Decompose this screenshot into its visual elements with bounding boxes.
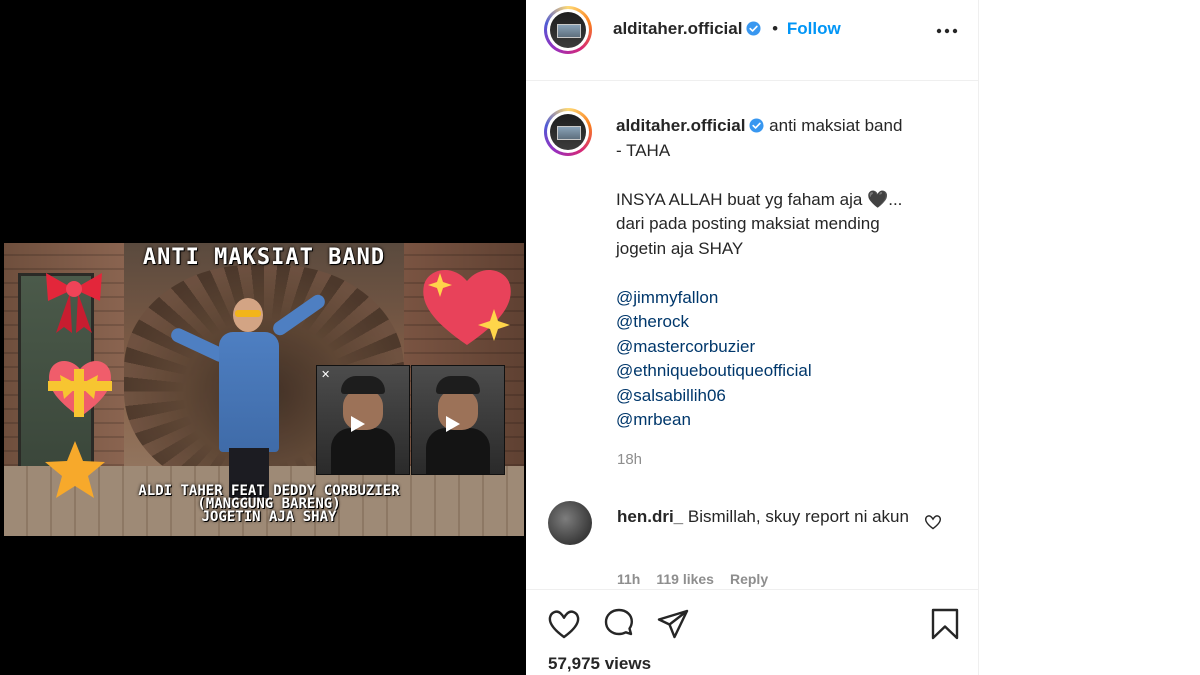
- header-username[interactable]: alditaher.official: [613, 19, 742, 38]
- mention-link[interactable]: @ethniqueboutiqueofficial: [616, 359, 956, 384]
- actions-divider: [526, 589, 978, 590]
- views-count[interactable]: 57,975 views: [548, 654, 651, 674]
- comment-text: Bismillah, skuy report ni akun: [687, 507, 909, 526]
- reply-button[interactable]: Reply: [730, 571, 768, 587]
- post-header: alditaher.official • Follow: [613, 19, 841, 39]
- star-icon: [42, 439, 108, 501]
- caption-text-first: anti maksiat band: [769, 116, 903, 135]
- verified-badge-icon: [749, 118, 764, 133]
- comment-icon[interactable]: [602, 607, 636, 641]
- post-panel: alditaher.official • Follow alditaher.of…: [526, 0, 979, 675]
- share-icon[interactable]: [656, 607, 690, 641]
- gift-heart-icon: [44, 355, 116, 421]
- follow-button[interactable]: Follow: [787, 19, 841, 38]
- mention-link[interactable]: @mastercorbuzier: [616, 335, 956, 360]
- heart-icon[interactable]: [547, 607, 581, 641]
- video-overlay-subtitle: ALDI TAHER FEAT DEDDY CORBUZIER (MANGGUN…: [138, 483, 400, 525]
- profile-avatar[interactable]: [544, 6, 592, 54]
- comment-likes[interactable]: 119 likes: [656, 571, 714, 587]
- header-divider: [526, 80, 978, 81]
- caption-username[interactable]: alditaher.official: [616, 116, 745, 135]
- mention-link[interactable]: @mrbean: [616, 408, 956, 433]
- play-icon: [446, 416, 460, 432]
- separator-dot: •: [772, 19, 779, 38]
- mention-link[interactable]: @salsabillih06: [616, 384, 956, 409]
- caption-timestamp[interactable]: 18h: [617, 451, 642, 468]
- video-thumbnail-1[interactable]: ✕: [316, 365, 410, 475]
- ribbon-bow-icon: [42, 267, 106, 335]
- caption-avatar[interactable]: [544, 108, 592, 156]
- commenter-avatar[interactable]: [548, 501, 592, 545]
- mention-link[interactable]: @therock: [616, 310, 956, 335]
- comment-time[interactable]: 11h: [617, 571, 640, 587]
- video-overlay-title: ANTI MAKSIAT BAND: [142, 245, 386, 270]
- caption-body-line: INSYA ALLAH buat yg faham aja 🖤...: [616, 189, 903, 209]
- post-media[interactable]: ✕ ANTI MAKSIAT BAND ALDI TAHER FEAT DEDD…: [0, 0, 526, 675]
- video-thumbnail-2[interactable]: [411, 365, 505, 475]
- sparkling-heart-icon: [418, 263, 516, 349]
- comment-username[interactable]: hen.dri_: [617, 507, 683, 526]
- verified-badge-icon: [746, 21, 761, 36]
- play-icon: [351, 416, 365, 432]
- close-icon: ✕: [321, 369, 331, 381]
- caption-text-second: - TAHA: [616, 140, 671, 160]
- mention-link[interactable]: @jimmyfallon: [616, 286, 956, 311]
- comment: hen.dri_ Bismillah, skuy report ni akun: [617, 505, 917, 529]
- caption-body-line: jogetin aja SHAY: [616, 238, 744, 258]
- caption-body-line: dari pada posting maksiat mending: [616, 214, 880, 233]
- post-caption: alditaher.official anti maksiat band - T…: [616, 114, 956, 433]
- comment-heart-icon[interactable]: [924, 514, 942, 530]
- video-frame[interactable]: ✕ ANTI MAKSIAT BAND ALDI TAHER FEAT DEDD…: [4, 243, 524, 536]
- comment-meta: 11h 119 likes Reply: [617, 571, 784, 587]
- bookmark-icon[interactable]: [928, 607, 962, 641]
- dancing-person: [168, 292, 328, 498]
- more-options-icon[interactable]: [935, 26, 959, 36]
